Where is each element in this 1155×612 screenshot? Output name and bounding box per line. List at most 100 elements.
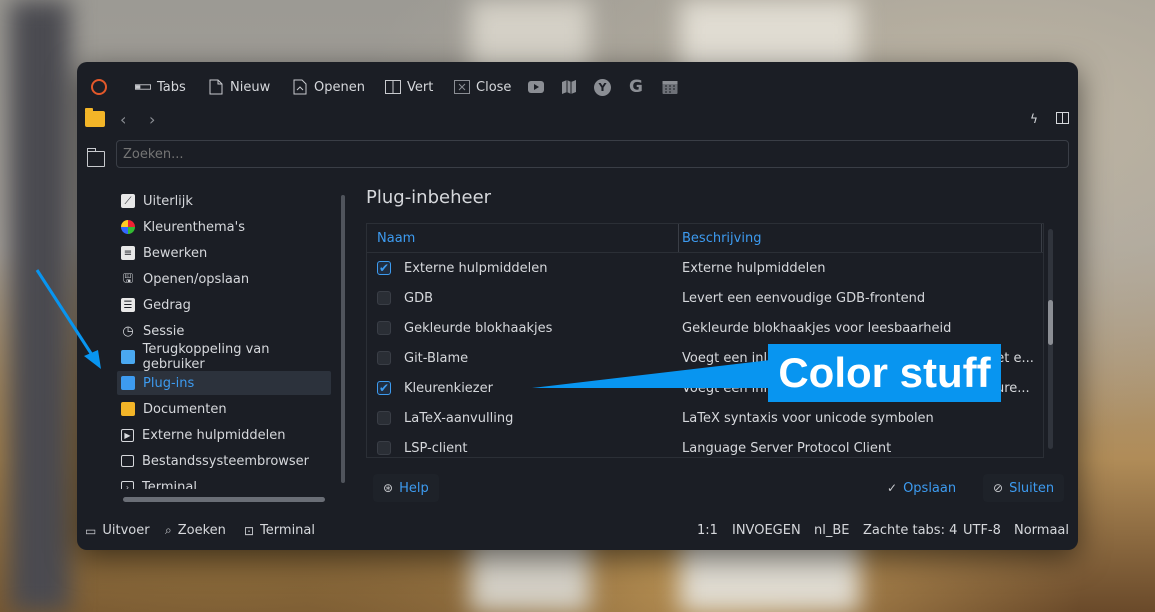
filesystem-folder-icon[interactable] [87,148,105,167]
sidebar-item-label: Uiterlijk [143,193,193,209]
plugin-checkbox[interactable]: ✔ [377,381,391,395]
sidebar-vertical-scrollbar[interactable] [341,195,345,483]
plugin-checkbox[interactable] [377,351,391,365]
calendar-icon [662,79,678,95]
yandex-button[interactable]: Y [594,76,611,98]
plugin-name: Gekleurde blokhaakjes [404,321,553,336]
save-icon: 🖫 [122,270,134,285]
sidebar-item-label: Sessie [143,323,185,339]
table-row[interactable]: GDB Levert een eenvoudige GDB-frontend [367,284,1043,314]
open-button[interactable]: Openen [292,76,365,98]
plugin-checkbox[interactable] [377,411,391,425]
help-label: Help [399,480,429,496]
plugins-table: Naam Beschrijving ✔ Externe hulpmiddelen… [366,223,1044,458]
sidebar-item-plugins[interactable]: Plug-ins [117,371,331,395]
documents-folder-icon[interactable] [85,108,105,127]
sidebar-item-label: Externe hulpmiddelen [142,427,286,443]
sidebar-item-label: Documenten [143,401,227,417]
google-button[interactable]: G [628,76,644,98]
plugin-checkbox[interactable] [377,441,391,455]
help-icon: ⊛ [383,481,394,495]
sidebar-item-behavior[interactable]: ☰ Gedrag [117,293,331,317]
column-separator [1041,224,1042,252]
output-label: Uitvoer [102,523,150,538]
input-mode-indicator[interactable]: INVOEGEN [732,523,801,538]
terminal-icon: ⊡ [244,523,255,538]
table-scrollbar-thumb[interactable] [1048,300,1053,345]
plugin-checkbox[interactable] [377,321,391,335]
plugin-checkbox[interactable]: ✔ [377,261,391,275]
cursor-position[interactable]: 1:1 [697,523,718,538]
forward-arrow-icon[interactable]: › [149,110,155,129]
table-row[interactable]: Gekleurde blokhaakjes Gekleurde blokhaak… [367,314,1043,344]
close-label: Close [476,79,512,95]
plugin-checkbox[interactable] [377,291,391,305]
sidebar-item-appearance[interactable]: ⟋ Uiterlijk [117,189,331,213]
plugin-description: Externe hulpmiddelen [682,261,826,276]
plugin-name: Kleurenkiezer [404,381,493,396]
sidebar-item-terminal[interactable]: › Terminal [117,475,331,489]
output-toggle[interactable]: ▭ Uitvoer [85,523,150,538]
close-view-button[interactable]: Close [454,76,511,98]
save-button[interactable]: ✓ Opslaan [877,474,966,502]
tabs-icon [135,79,151,95]
sidebar-item-label: Openen/opslaan [143,271,250,287]
back-arrow-icon[interactable]: ‹ [120,110,126,129]
sidebar-item-filesystem-browser[interactable]: Bestandssysteembrowser [117,449,331,473]
plugin-icon [121,376,135,390]
sidebar-item-feedback[interactable]: Terugkoppeling van gebruiker [117,342,331,372]
save-label: Opslaan [903,480,957,496]
column-header-description[interactable]: Beschrijving [682,231,761,246]
sidebar-item-edit[interactable]: ≡ Bewerken [117,241,331,265]
youtube-button[interactable] [528,76,544,98]
search-toggle[interactable]: ⌕ Zoeken [165,523,226,538]
search-input[interactable] [116,140,1069,168]
split-view-button[interactable]: Vert [385,76,433,98]
help-button[interactable]: ⊛ Help [373,474,439,502]
maps-button[interactable] [561,76,577,98]
quick-open-icon[interactable]: ϟ [1030,112,1038,126]
app-logo-icon[interactable] [91,79,107,95]
language-indicator[interactable]: nl_BE [814,523,849,538]
app-window: Tabs Nieuw Openen Vert Close Y G ‹ › ϟ Z… [77,62,1078,550]
new-button[interactable]: Nieuw [208,76,270,98]
sidebar-horizontal-scrollbar[interactable] [123,497,325,502]
terminal-icon: › [121,480,134,489]
youtube-icon [528,79,544,95]
sidebar-item-external-tools[interactable]: ▶ Externe hulpmiddelen [117,423,331,447]
table-row[interactable]: ✔ Externe hulpmiddelen Externe hulpmidde… [367,254,1043,284]
close-button[interactable]: ⊘ Sluiten [983,474,1065,502]
appearance-icon: ⟋ [121,194,135,208]
open-label: Openen [314,79,365,95]
tabs-button[interactable]: Tabs [135,76,186,98]
encoding-indicator[interactable]: UTF-8 [963,523,1001,538]
external-tools-icon: ▶ [121,428,134,442]
table-row[interactable]: LSP-client Language Server Protocol Clie… [367,434,1043,457]
close-view-icon [454,79,470,95]
calendar-button[interactable] [662,76,678,98]
sidebar-item-color-themes[interactable]: Kleurenthema's [117,215,331,239]
sidebar-item-label: Kleurenthema's [143,219,245,235]
split-view-icon [385,79,401,95]
column-header-name[interactable]: Naam [377,231,415,246]
sidebar-item-session[interactable]: ◷ Sessie [117,319,331,343]
main-toolbar: Tabs Nieuw Openen Vert Close Y G [77,76,1078,98]
split-label: Vert [407,79,434,95]
sidebar-item-open-save[interactable]: 🖫 Openen/opslaan [117,267,331,291]
search-icon: ⌕ [165,523,172,537]
plugin-description: LaTeX syntaxis voor unicode symbolen [682,411,934,426]
filesystem-icon [121,455,134,467]
indentation-indicator[interactable]: Zachte tabs: 4 [863,523,957,538]
feedback-icon [121,350,135,364]
table-row[interactable]: LaTeX-aanvulling LaTeX syntaxis voor uni… [367,404,1043,434]
open-document-icon [292,79,308,95]
yandex-icon: Y [594,78,611,96]
terminal-toggle[interactable]: ⊡ Terminal [244,523,315,538]
split-panel-icon[interactable] [1056,112,1069,127]
sidebar-item-label: Bewerken [143,245,208,261]
editing-mode-indicator[interactable]: Normaal [1014,523,1069,538]
new-label: Nieuw [230,79,271,95]
settings-sidebar: ⟋ Uiterlijk Kleurenthema's ≡ Bewerken 🖫 … [115,189,335,489]
sidebar-item-label: Terminal [142,479,197,490]
sidebar-item-documents[interactable]: Documenten [117,397,331,421]
